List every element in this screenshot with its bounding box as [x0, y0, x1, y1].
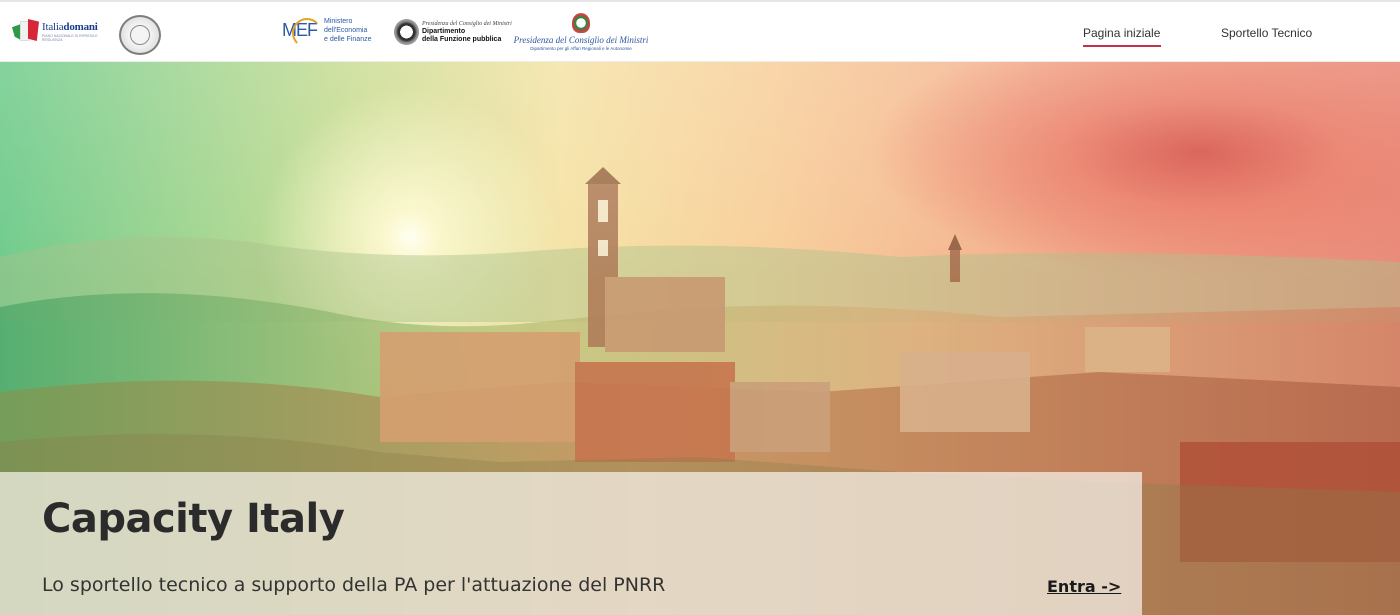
mef-line-2: dell'Economia	[324, 27, 368, 34]
italiadomani-logo[interactable]: Italiadomani PIANO NAZIONALE DI RIPRESA …	[10, 17, 102, 47]
funzione-pubblica-logo[interactable]: Presidenza del Consiglio dei Ministri Di…	[394, 19, 512, 45]
mef-mark: MEF	[282, 18, 322, 48]
mef-line-3: e delle Finanze	[324, 36, 372, 43]
italiadomani-brand: Italiadomani	[42, 21, 98, 33]
seal-icon	[119, 14, 161, 55]
nav-home-label: Pagina iniziale	[1083, 26, 1161, 40]
active-nav-indicator	[1083, 45, 1161, 47]
presidenza-line-1: Presidenza del Consiglio dei Ministri	[513, 35, 649, 45]
emblem-icon	[394, 19, 419, 45]
nav-sportello-tecnico[interactable]: Sportello Tecnico	[1221, 2, 1312, 64]
hero-banner: Capacity Italy Lo sportello tecnico a su…	[0, 62, 1400, 615]
italiadomani-subline: PIANO NAZIONALE DI RIPRESA E RESILIENZA	[42, 34, 98, 42]
dfp-line-1: Presidenza del Consiglio dei Ministri	[422, 20, 512, 27]
page: Italiadomani PIANO NAZIONALE DI RIPRESA …	[0, 0, 1400, 615]
dfp-line-3: della Funzione pubblica	[422, 35, 502, 43]
nav-sportello-label: Sportello Tecnico	[1221, 26, 1313, 40]
mef-line-1: Ministero	[324, 18, 353, 25]
dfp-line-2: Dipartimento	[422, 28, 466, 36]
site-header: Italiadomani PIANO NAZIONALE DI RIPRESA …	[0, 0, 1400, 62]
hero-caption: Capacity Italy Lo sportello tecnico a su…	[0, 472, 1142, 615]
entra-link[interactable]: Entra ->	[1047, 577, 1121, 596]
hero-subtitle: Lo sportello tecnico a supporto della PA…	[42, 574, 666, 596]
italian-flag-icon	[10, 18, 40, 46]
presidenza-line-2: Dipartimento per gli Affari Regionali e …	[530, 46, 632, 51]
nav-pagina-iniziale[interactable]: Pagina iniziale	[1083, 2, 1161, 64]
affari-regionali-logo[interactable]: Presidenza del Consiglio dei Ministri Di…	[513, 13, 649, 51]
emblem-icon	[572, 13, 590, 33]
hero-title: Capacity Italy	[42, 496, 345, 542]
mef-logo[interactable]: MEF Ministero dell'Economia e delle Fina…	[282, 17, 372, 48]
republic-seal-logo[interactable]	[115, 14, 166, 55]
